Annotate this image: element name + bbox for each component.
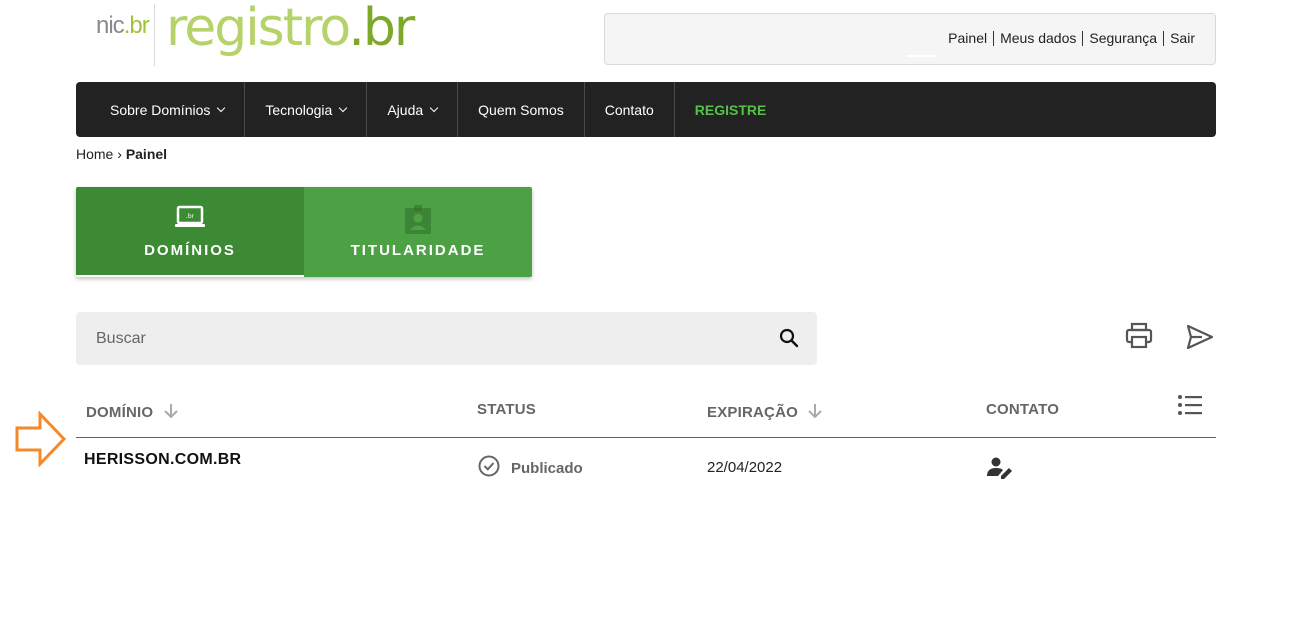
nav-item-tecnologia[interactable]: Tecnologia (245, 82, 368, 137)
search-input[interactable] (76, 312, 756, 365)
search-icon[interactable] (779, 328, 799, 353)
user-menu-painel[interactable]: Painel (942, 31, 993, 46)
logo-divider (154, 4, 155, 66)
user-menu-meus-dados[interactable]: Meus dados (993, 31, 1082, 46)
column-header-expiration[interactable]: EXPIRAÇÃO (707, 403, 823, 423)
user-menu-bar: Painel Meus dados Segurança Sair (604, 13, 1216, 65)
nic-br-logo: nic.br (96, 12, 150, 39)
breadcrumb-separator: › (117, 146, 122, 162)
id-badge-icon (304, 205, 532, 235)
chevron-down-icon (339, 103, 348, 112)
breadcrumb-current: Painel (125, 146, 168, 162)
nav-item-contato[interactable]: Contato (585, 82, 675, 137)
nav-item-sobre-dominios[interactable]: Sobre Domínios (76, 82, 246, 137)
tab-dominios[interactable]: .br DOMÍNIOS (76, 187, 304, 277)
domain-name-cell[interactable]: HERISSON.COM.BR (84, 451, 241, 469)
svg-text:.br: .br (186, 213, 195, 220)
annotation-arrow-icon (14, 410, 68, 472)
tab-label: TITULARIDADE (350, 242, 486, 259)
sort-arrow-down-icon[interactable] (163, 403, 178, 423)
edit-contact-icon[interactable] (986, 456, 1014, 485)
table-header-divider (76, 437, 1216, 438)
chevron-down-icon (429, 103, 439, 112)
status-text: Publicado (511, 460, 583, 477)
expiration-date-cell: 22/04/2022 (707, 459, 783, 476)
chevron-down-icon (217, 103, 226, 112)
send-icon[interactable] (1186, 324, 1214, 355)
nav-item-registre[interactable]: REGISTRE (675, 82, 787, 137)
column-header-status: STATUS (477, 401, 536, 418)
main-nav: Sobre Domínios Tecnologia Ajuda Quem Som… (76, 82, 1216, 137)
panel-tabs: .br DOMÍNIOS TITULARIDADE (76, 187, 532, 277)
search-box (76, 312, 817, 365)
tab-label: DOMÍNIOS (144, 242, 236, 259)
list-menu-icon[interactable] (1176, 393, 1204, 422)
status-cell: Publicado (478, 455, 583, 482)
breadcrumb-home[interactable]: Home (76, 146, 113, 162)
column-header-domain[interactable]: DOMÍNIO (86, 403, 178, 423)
menu-underline (907, 55, 937, 57)
column-header-contact: CONTATO (986, 401, 1060, 418)
breadcrumb: Home › Painel (76, 146, 167, 162)
laptop-br-icon: .br (76, 205, 304, 229)
nav-item-quem-somos[interactable]: Quem Somos (458, 82, 585, 137)
user-menu-seguranca[interactable]: Segurança (1082, 31, 1163, 46)
nav-item-ajuda[interactable]: Ajuda (367, 82, 459, 137)
registro-br-wordmark: registro.br (166, 0, 415, 58)
sort-arrow-down-icon[interactable] (808, 403, 823, 423)
print-icon[interactable] (1124, 322, 1154, 355)
check-circle-icon (478, 455, 500, 482)
tab-titularidade[interactable]: TITULARIDADE (304, 187, 532, 277)
user-menu-sair[interactable]: Sair (1163, 31, 1201, 46)
